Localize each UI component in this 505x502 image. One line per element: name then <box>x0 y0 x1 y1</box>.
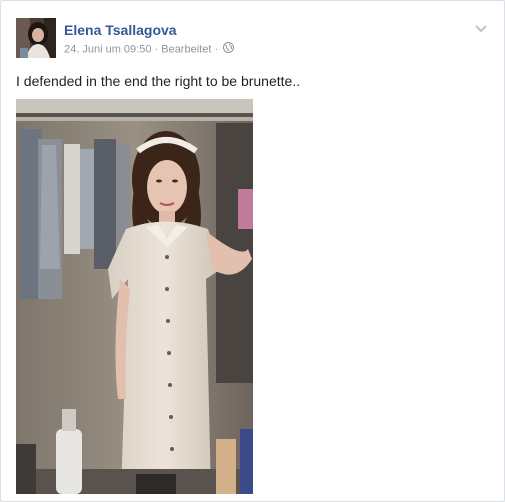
edited-label[interactable]: Bearbeitet <box>161 44 211 56</box>
meta-separator: · <box>151 43 162 56</box>
chevron-down-icon[interactable] <box>474 21 488 33</box>
photo-image <box>16 99 253 494</box>
author-name-link[interactable]: Elena Tsallagova <box>64 21 177 39</box>
avatar-image <box>16 18 56 58</box>
post-photo[interactable] <box>16 99 253 494</box>
meta-separator-2: · <box>211 43 222 56</box>
globe-icon[interactable] <box>223 42 235 57</box>
post-meta: 24. Juni um 09:50 · Bearbeitet · <box>64 42 235 57</box>
post-card: Elena Tsallagova 24. Juni um 09:50 · Bea… <box>0 0 505 502</box>
avatar[interactable] <box>16 18 56 58</box>
post-timestamp[interactable]: 24. Juni um 09:50 <box>64 44 151 56</box>
post-text: I defended in the end the right to be br… <box>16 73 301 89</box>
